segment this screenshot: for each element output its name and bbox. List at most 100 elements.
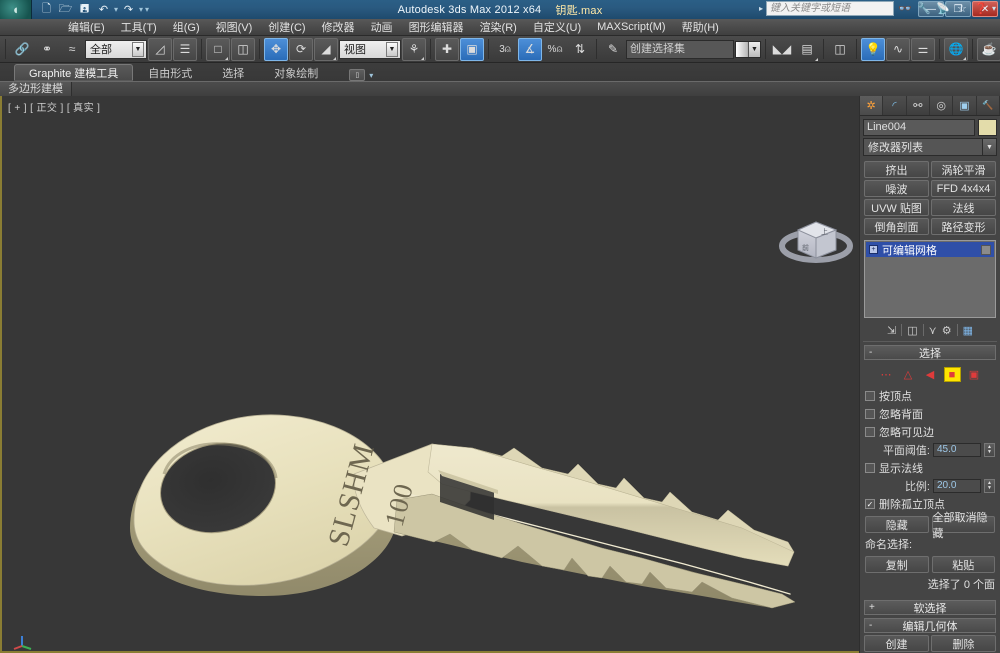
planar-threshold-input[interactable]: 45.0 (933, 443, 981, 457)
selection-filter-dropdown[interactable]: 全部 ▼ (85, 39, 147, 59)
modifier-button-extrude[interactable]: 挤出 (864, 161, 929, 178)
reference-coordinate-dropdown[interactable]: 视图 ▼ (339, 39, 401, 59)
stack-item-toggle-icon[interactable] (981, 244, 991, 255)
render-setup-icon[interactable]: 🌐 (944, 37, 968, 61)
select-and-move-icon[interactable]: ✥ (264, 37, 288, 61)
unhide-all-button[interactable]: 全部取消隐藏 (931, 512, 995, 540)
save-file-icon[interactable]: 🖪 (76, 2, 93, 18)
delete-button[interactable]: 删除 (931, 635, 996, 652)
menu-item-modifiers[interactable]: 修改器 (314, 18, 363, 36)
application-menu-button[interactable]: ◖ (0, 0, 32, 19)
menu-item-animation[interactable]: 动画 (363, 18, 401, 36)
modifier-list-dropdown[interactable]: 修改器列表 ▼ (863, 138, 997, 156)
rollout-header-selection[interactable]: - 选择 (864, 345, 996, 360)
menu-item-edit[interactable]: 编辑(E) (60, 18, 113, 36)
make-unique-icon[interactable]: ⋎ (929, 324, 937, 337)
mirror-gradient-swatch[interactable]: ▼ (735, 40, 761, 58)
percent-snap-icon[interactable]: %⍝ (543, 38, 567, 61)
remove-modifier-icon[interactable]: ⚙ (942, 324, 952, 337)
element-icon[interactable]: ▣ (966, 367, 983, 382)
ignore-backfacing-checkbox[interactable] (865, 409, 875, 419)
modifier-button-uvw-map[interactable]: UVW 贴图 (864, 199, 929, 216)
display-tab[interactable]: ▣ (953, 96, 977, 115)
material-editor-icon[interactable]: 💡 (861, 37, 885, 61)
select-object-icon[interactable]: ◿ (148, 37, 172, 61)
select-and-rotate-icon[interactable]: ⟳ (289, 37, 313, 61)
menu-item-views[interactable]: 视图(V) (208, 18, 261, 36)
schematic-view-icon[interactable]: ⚌ (911, 37, 935, 61)
collapse-icon[interactable]: - (869, 620, 872, 631)
ribbon-display-mode-icon[interactable]: ▯ (349, 69, 366, 81)
named-selection-set-input[interactable]: 创建选择集 (626, 39, 734, 59)
ignore-visible-edges-checkbox[interactable] (865, 427, 875, 437)
satellite-icon[interactable]: 📡 (935, 1, 951, 16)
by-vertex-checkbox[interactable] (865, 391, 875, 401)
chevron-down-icon[interactable]: ▾ (369, 71, 373, 80)
infocenter-expand-icon[interactable]: ▸ (759, 4, 763, 13)
modifier-button-ffd[interactable]: FFD 4x4x4 (931, 180, 996, 197)
unlink-selection-icon[interactable]: ⚭ (35, 38, 59, 61)
show-end-result-icon[interactable]: ◫ (907, 324, 917, 337)
expand-icon[interactable]: + (869, 245, 878, 254)
rollout-header-soft-selection[interactable]: + 软选择 (864, 600, 996, 615)
chevron-down-icon[interactable]: ▼ (982, 139, 996, 155)
object-color-swatch[interactable] (978, 119, 997, 136)
search-input[interactable]: 键入关键字或短语 (765, 1, 894, 16)
ribbon-panel-polygon-modeling[interactable]: 多边形建模 (0, 82, 72, 96)
expand-icon[interactable]: + (869, 602, 875, 613)
undo-icon[interactable]: ↶ (95, 2, 112, 18)
menu-item-maxscript[interactable]: MAXScript(M) (589, 20, 673, 34)
paste-button[interactable]: 粘贴 (931, 556, 995, 573)
bind-to-space-warp-icon[interactable]: ≈ (60, 38, 84, 61)
pin-stack-icon[interactable]: ⇲ (887, 324, 896, 337)
infocenter-dropdown-icon[interactable]: ▾ (992, 4, 996, 13)
create-tab[interactable]: ✲ (860, 96, 884, 115)
menu-item-graph-editors[interactable]: 图形编辑器 (401, 18, 472, 36)
new-file-icon[interactable]: 🗋 (38, 2, 55, 18)
menu-item-rendering[interactable]: 渲染(R) (472, 18, 525, 36)
collapse-icon[interactable]: - (869, 347, 872, 358)
select-and-scale-icon[interactable]: ◢ (314, 37, 338, 61)
copy-button[interactable]: 复制 (865, 556, 929, 573)
use-pivot-point-center-icon[interactable]: ⚘ (402, 37, 426, 61)
delete-isolated-vertices-checkbox[interactable]: ✓ (865, 499, 875, 509)
modifier-button-normal[interactable]: 法线 (931, 199, 996, 216)
modify-tab[interactable]: ◜ (883, 96, 907, 115)
menu-item-create[interactable]: 创建(C) (260, 18, 313, 36)
align-icon[interactable]: ▤ (795, 38, 819, 61)
rollout-header-edit-geometry[interactable]: - 编辑几何体 (864, 618, 996, 633)
modifier-button-path-deform[interactable]: 路径变形 (931, 218, 996, 235)
edge-icon[interactable]: △ (900, 367, 917, 382)
modifier-button-turbosmooth[interactable]: 涡轮平滑 (931, 161, 996, 178)
modifier-button-noise[interactable]: 噪波 (864, 180, 929, 197)
stack-item-editable-mesh[interactable]: + 可编辑网格 (866, 242, 994, 257)
viewport[interactable]: [ + ] [ 正交 ] [ 真实 ] SLSHM 100 上 前 (0, 96, 859, 653)
menu-item-help[interactable]: 帮助(H) (674, 18, 727, 36)
utilities-tab[interactable]: 🔨 (976, 96, 1000, 115)
tab-freeform[interactable]: 自由形式 (133, 64, 207, 81)
rectangular-selection-region-icon[interactable]: □ (206, 37, 230, 61)
keyboard-shortcut-override-icon[interactable]: ▣ (460, 37, 484, 61)
configure-modifier-sets-icon[interactable]: ▦ (963, 324, 973, 337)
render-frame-window-icon[interactable]: ☕ (977, 37, 1000, 61)
tab-graphite-modeling-tools[interactable]: Graphite 建模工具 (14, 64, 134, 81)
wrench-icon[interactable]: 🔧 (916, 1, 932, 16)
snaps-toggle-icon[interactable]: 3⍝ (493, 38, 517, 61)
hide-button[interactable]: 隐藏 (865, 516, 929, 533)
modifier-button-bevel-profile[interactable]: 倒角剖面 (864, 218, 929, 235)
chevron-down-icon[interactable]: ▼ (132, 41, 144, 57)
viewport-label[interactable]: [ + ] [ 正交 ] [ 真实 ] (8, 99, 100, 114)
motion-tab[interactable]: ◎ (929, 96, 954, 115)
select-and-link-icon[interactable]: 🔗 (10, 38, 34, 61)
binoculars-icon[interactable]: 👓 (897, 1, 913, 16)
planar-threshold-spinner[interactable]: ▲ ▼ (984, 443, 995, 457)
star-icon[interactable]: ☆ (954, 1, 970, 16)
face-icon[interactable]: ◀ (922, 367, 939, 382)
undo-dropdown-icon[interactable]: ▾ (114, 5, 118, 14)
tab-object-paint[interactable]: 对象绘制 (259, 64, 333, 81)
polygon-icon[interactable]: ■ (943, 367, 961, 382)
layer-manager-icon[interactable]: ◫ (828, 38, 852, 61)
menu-item-customize[interactable]: 自定义(U) (525, 18, 589, 36)
vertex-icon[interactable]: ⋯ (878, 367, 895, 382)
edit-named-selection-sets-icon[interactable]: ✎ (601, 38, 625, 61)
